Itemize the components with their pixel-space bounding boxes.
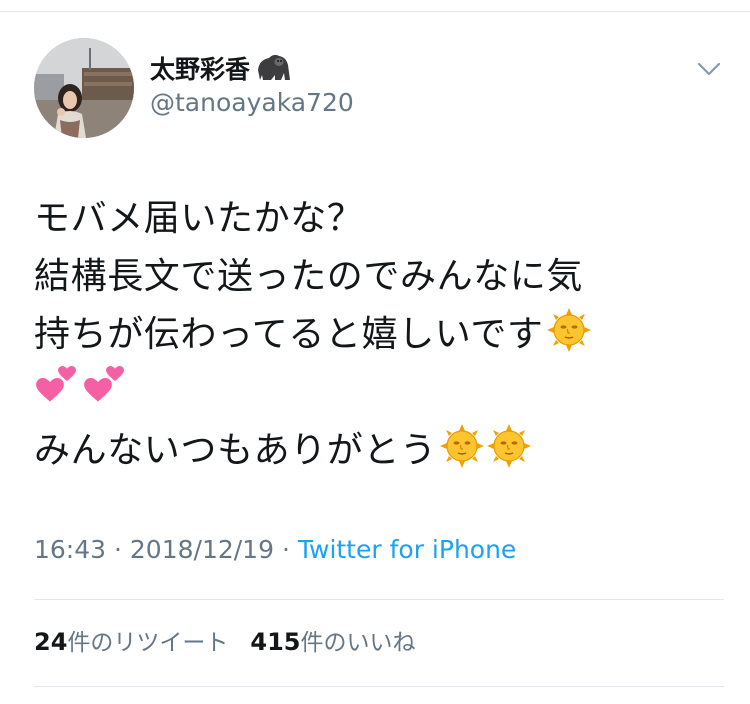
likes-label: 件のいいね <box>300 630 416 656</box>
tweet-source-link[interactable]: Twitter for iPhone <box>298 535 516 564</box>
retweets-label: 件のリツイート <box>67 630 229 656</box>
likes-count: 415 <box>250 628 301 656</box>
divider <box>34 686 724 687</box>
chevron-down-icon[interactable] <box>696 60 722 78</box>
tweet-line-text: みんないつもありがとう <box>34 430 437 471</box>
author-name-text: 太野彩香 <box>150 55 251 84</box>
divider <box>34 599 724 600</box>
sun-with-face-icon <box>440 424 484 468</box>
avatar-photo <box>34 38 134 138</box>
tweet-line: みんないつもありがとう <box>34 422 724 480</box>
tweet-line <box>34 364 724 422</box>
top-divider <box>0 11 750 12</box>
two-hearts-icon <box>34 364 80 408</box>
tweet-meta: 16:43 · 2018/12/19 · Twitter for iPhone <box>34 533 516 567</box>
tweet-time: 16:43 <box>34 535 107 564</box>
author-name[interactable]: 太野彩香 <box>150 52 292 85</box>
meta-separator: · <box>114 535 122 564</box>
tweet-stats: 24件のリツイート 415件のいいね <box>34 627 416 658</box>
author-handle[interactable]: @tanoayaka720 <box>150 88 354 118</box>
avatar[interactable] <box>34 38 134 138</box>
gorilla-icon <box>254 52 292 82</box>
sun-with-face-icon <box>547 308 591 352</box>
tweet-line-text: 持ちが伝わってると嬉しいです <box>34 314 544 355</box>
tweet-line: モバメ届いたかな？ <box>34 198 364 239</box>
tweet-line: 結構長文で送ったのでみんなに気 <box>34 256 584 297</box>
meta-separator: · <box>281 535 290 564</box>
two-hearts-icon <box>82 364 128 408</box>
retweets-count: 24 <box>34 628 68 656</box>
tweet-text: モバメ届いたかな？ 結構長文で送ったのでみんなに気 持ちが伝わってると嬉しいです… <box>34 190 724 480</box>
tweet-line: 持ちが伝わってると嬉しいです <box>34 306 724 364</box>
sun-with-face-icon <box>487 424 531 468</box>
tweet-date: 2018/12/19 <box>129 535 274 564</box>
likes-stat[interactable]: 415件のいいね <box>250 628 416 656</box>
retweets-stat[interactable]: 24件のリツイート <box>34 628 229 656</box>
